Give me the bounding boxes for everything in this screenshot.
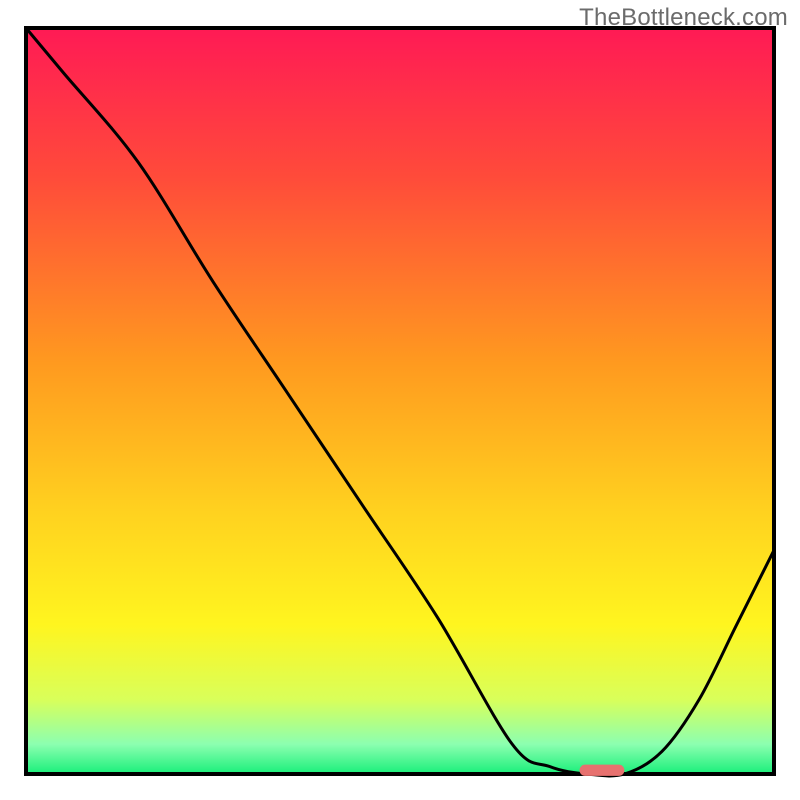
chart-frame: TheBottleneck.com: [0, 0, 800, 800]
bottleneck-chart: [0, 0, 800, 800]
watermark-text: TheBottleneck.com: [579, 4, 788, 32]
plot-background: [26, 28, 774, 774]
optimal-marker: [580, 765, 625, 776]
